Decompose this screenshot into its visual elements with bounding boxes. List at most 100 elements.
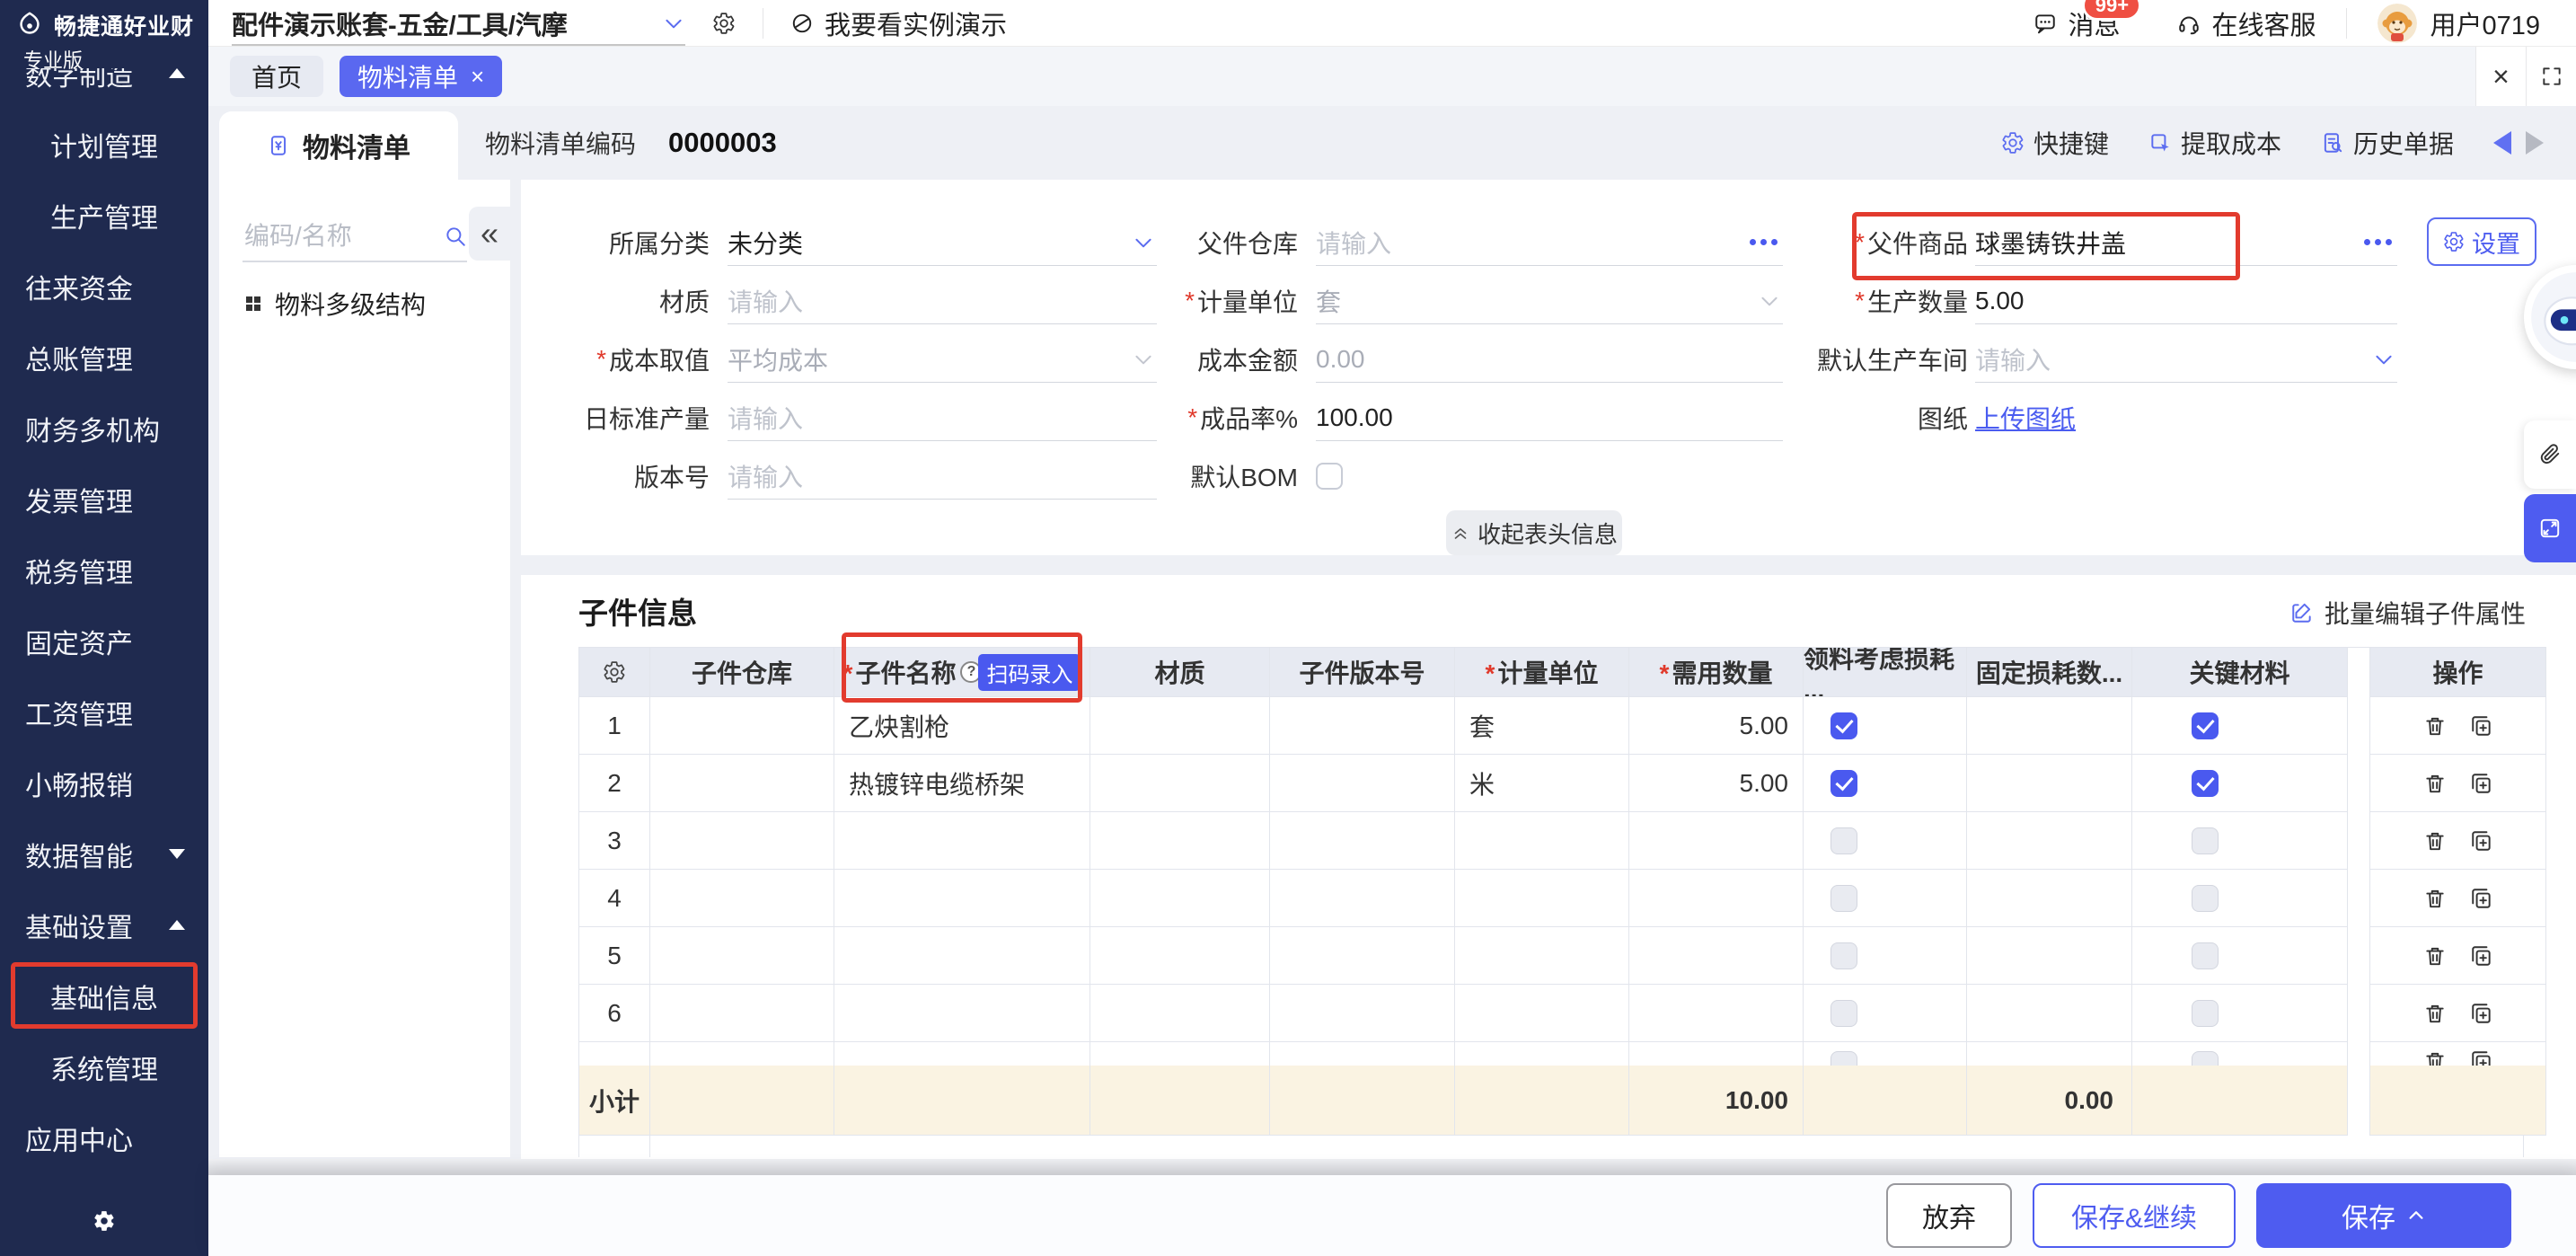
cell-fixed-loss[interactable]	[1967, 697, 2132, 755]
cell-warehouse[interactable]	[650, 755, 834, 812]
delete-row-icon[interactable]	[2423, 944, 2447, 968]
delete-row-icon[interactable]	[2423, 887, 2447, 910]
cell-child-name[interactable]: 乙炔割枪	[834, 697, 1090, 755]
batch-edit-button[interactable]: 批量编辑子件属性	[2290, 595, 2526, 631]
next-doc-button[interactable]	[2526, 131, 2544, 155]
sidebar-item-basic-settings[interactable]: 基础设置	[0, 889, 208, 960]
sidebar-settings-button[interactable]	[0, 1193, 208, 1249]
loss-checkbox[interactable]	[1831, 885, 1857, 912]
copy-add-row-icon[interactable]	[2470, 772, 2493, 795]
copy-add-row-icon[interactable]	[2470, 714, 2493, 738]
demo-link[interactable]: 我要看实例演示	[790, 4, 1007, 42]
tab-material-list[interactable]: 物料清单 ×	[340, 56, 502, 97]
account-selector[interactable]: 配件演示账套-五金/工具/汽摩	[232, 0, 685, 47]
search-icon[interactable]	[444, 225, 467, 248]
delete-row-icon[interactable]	[2423, 829, 2447, 853]
loss-checkbox[interactable]	[1831, 712, 1857, 739]
copy-add-row-icon[interactable]	[2470, 887, 2493, 910]
delete-row-icon[interactable]	[2423, 772, 2447, 795]
scan-entry-button[interactable]: 扫码录入	[978, 654, 1081, 691]
more-options-icon[interactable]	[2364, 239, 2392, 245]
search-input[interactable]	[243, 221, 437, 252]
cell-material[interactable]	[1090, 755, 1270, 812]
sidebar-item-production-mgmt[interactable]: 生产管理	[0, 180, 208, 251]
version-field[interactable]: 请输入	[728, 453, 1157, 500]
save-button[interactable]: 保存	[2256, 1183, 2511, 1248]
key-material-checkbox[interactable]	[2192, 712, 2219, 739]
key-material-checkbox[interactable]	[2192, 942, 2219, 969]
workshop-field[interactable]: 请输入	[1975, 336, 2397, 383]
history-docs-button[interactable]: 历史单据	[2321, 125, 2454, 161]
extract-cost-button[interactable]: 提取成本	[2148, 125, 2281, 161]
sidebar-item-app-center[interactable]: 应用中心	[0, 1102, 208, 1173]
unit-field[interactable]: 套	[1316, 278, 1783, 324]
sidebar-item-invoice[interactable]: 发票管理	[0, 464, 208, 535]
material-field[interactable]: 请输入	[728, 278, 1157, 324]
key-material-checkbox[interactable]	[2192, 885, 2219, 912]
cell-unit[interactable]: 米	[1455, 755, 1629, 812]
parent-product-field[interactable]: 球墨铸铁井盖	[1975, 219, 2397, 266]
prev-doc-button[interactable]	[2493, 131, 2511, 155]
cell-child-name[interactable]: 热镀锌电缆桥架	[834, 755, 1090, 812]
sidebar-item-plan-mgmt[interactable]: 计划管理	[0, 109, 208, 180]
chevron-down-icon[interactable]	[2372, 348, 2395, 371]
account-settings-button[interactable]	[712, 12, 736, 35]
column-settings-button[interactable]	[578, 647, 650, 697]
loss-checkbox[interactable]	[1831, 827, 1857, 854]
discard-button[interactable]: 放弃	[1886, 1183, 2012, 1248]
loss-checkbox[interactable]	[1831, 942, 1857, 969]
copy-add-row-icon[interactable]	[2470, 829, 2493, 853]
collapse-header-button[interactable]: 收起表头信息	[1446, 510, 1622, 555]
copy-add-row-icon[interactable]	[2470, 1002, 2493, 1025]
cell-qty[interactable]: 5.00	[1629, 697, 1804, 755]
cost-amount-field[interactable]: 0.00	[1316, 336, 1783, 383]
sidebar-item-basic-info[interactable]: 基础信息	[0, 960, 208, 1031]
sidebar-item-payroll[interactable]: 工资管理	[0, 677, 208, 747]
page-title-tab[interactable]: 物料清单	[219, 111, 458, 180]
delete-row-icon[interactable]	[2423, 1002, 2447, 1025]
category-field[interactable]: 未分类	[728, 219, 1157, 266]
sidebar-item-funds[interactable]: 往来资金	[0, 251, 208, 322]
sidebar-item-ledger[interactable]: 总账管理	[0, 322, 208, 393]
close-all-tabs-button[interactable]: ×	[2475, 47, 2526, 106]
sidebar-item-multi-org[interactable]: 财务多机构	[0, 393, 208, 464]
settings-button[interactable]: 设置	[2427, 217, 2536, 266]
tree-item-multilevel-structure[interactable]: 物料多级结构	[243, 286, 426, 322]
sidebar-item-fixed-assets[interactable]: 固定资产	[0, 606, 208, 677]
user-name[interactable]: 用户0719	[2430, 4, 2540, 42]
cell-version[interactable]	[1270, 697, 1455, 755]
sidebar-item-digital-mfg[interactable]: 数字制造	[0, 68, 208, 109]
fullscreen-button[interactable]	[2526, 47, 2576, 106]
loss-checkbox[interactable]	[1831, 1000, 1857, 1027]
brand[interactable]: 畅捷通好业财	[0, 0, 208, 43]
messages-button[interactable]: 消息 99+	[2033, 4, 2120, 42]
yield-rate-field[interactable]: 100.00	[1316, 394, 1783, 441]
cell-material[interactable]	[1090, 697, 1270, 755]
cell-qty[interactable]: 5.00	[1629, 755, 1804, 812]
sidebar-item-expense[interactable]: 小畅报销	[0, 747, 208, 818]
close-icon[interactable]: ×	[471, 65, 484, 88]
sidebar-item-data-intel[interactable]: 数据智能	[0, 818, 208, 889]
horizontal-scrollbar[interactable]	[208, 1159, 2576, 1175]
collapse-panel-button[interactable]: «	[469, 207, 510, 261]
production-qty-field[interactable]: 5.00	[1975, 278, 2397, 324]
key-material-checkbox[interactable]	[2192, 827, 2219, 854]
parent-warehouse-field[interactable]: 请输入	[1316, 219, 1783, 266]
user-avatar[interactable]	[2378, 4, 2417, 43]
key-material-checkbox[interactable]	[2192, 770, 2219, 797]
sidebar-item-tax[interactable]: 税务管理	[0, 535, 208, 606]
more-options-icon[interactable]	[1750, 239, 1778, 245]
loss-checkbox[interactable]	[1831, 770, 1857, 797]
expand-window-button[interactable]	[2524, 494, 2576, 562]
daily-output-field[interactable]: 请输入	[728, 394, 1157, 441]
key-material-checkbox[interactable]	[2192, 1000, 2219, 1027]
tab-home[interactable]: 首页	[230, 56, 323, 97]
search-box[interactable]	[243, 212, 467, 262]
support-button[interactable]: 在线客服	[2177, 4, 2316, 42]
sidebar-item-system-mgmt[interactable]: 系统管理	[0, 1031, 208, 1102]
cost-method-field[interactable]: 平均成本	[728, 336, 1157, 383]
shortcut-keys-button[interactable]: 快捷键	[2001, 125, 2109, 161]
save-continue-button[interactable]: 保存&继续	[2033, 1183, 2236, 1248]
copy-add-row-icon[interactable]	[2470, 944, 2493, 968]
delete-row-icon[interactable]	[2423, 714, 2447, 738]
